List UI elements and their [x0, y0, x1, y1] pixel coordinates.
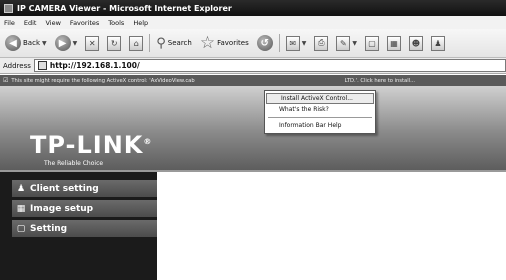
menu-edit[interactable]: Edit	[24, 19, 37, 27]
messenger-icon: ☻	[408, 35, 423, 51]
menu-file[interactable]: File	[4, 19, 15, 27]
window-title: IP CAMERA Viewer - Microsoft Internet Ex…	[17, 3, 232, 13]
edit-dropdown-icon[interactable]: ▼	[352, 40, 357, 47]
people-icon: ♟	[430, 35, 445, 51]
header-divider	[0, 170, 506, 172]
menu-view[interactable]: View	[45, 19, 60, 27]
address-label: Address	[3, 61, 31, 70]
refresh-button[interactable]: ↻	[105, 33, 123, 53]
address-input[interactable]: http://192.168.1.100/	[33, 59, 506, 72]
favorites-star-icon: ☆	[199, 32, 216, 53]
home-icon: ⌂	[129, 35, 144, 51]
activex-context-menu: Install ActiveX Control... What's the Ri…	[264, 90, 376, 134]
image-icon: ▦	[16, 203, 26, 214]
home-button[interactable]: ⌂	[127, 33, 145, 53]
sidebar-item-label: Image setup	[30, 203, 94, 214]
sidebar-item-label: Client setting	[30, 183, 99, 194]
content-area	[157, 170, 506, 280]
sidebar-item-client-setting[interactable]: ♟ Client setting	[12, 180, 157, 197]
address-bar: Address http://192.168.1.100/	[0, 58, 506, 74]
infobar-message-end: LTD.'. Click here to install...	[344, 77, 416, 84]
extra-button[interactable]: ♟	[429, 33, 447, 53]
back-label: Back	[23, 39, 40, 47]
ie-window-icon	[4, 3, 13, 13]
menu-separator	[268, 117, 372, 118]
research-button[interactable]: ▦	[385, 33, 403, 53]
brand-tagline: The Reliable Choice	[44, 160, 104, 167]
forward-arrow-icon: ▶	[54, 35, 71, 51]
menu-bar: File Edit View Favorites Tools Help	[0, 16, 506, 29]
mail-icon: ✉	[285, 35, 300, 51]
sidebar-item-image-setup[interactable]: ▦ Image setup	[12, 200, 157, 217]
information-bar-shield-icon: ☑	[3, 77, 9, 84]
search-label: Search	[167, 39, 192, 47]
menu-tools[interactable]: Tools	[108, 19, 124, 27]
favorites-button[interactable]: ☆ Favorites	[198, 33, 251, 53]
forward-dropdown-icon[interactable]: ▼	[73, 40, 78, 47]
research-icon: ▦	[386, 35, 401, 51]
history-button[interactable]: ↺	[255, 33, 275, 53]
search-icon: ⚲	[156, 35, 166, 51]
page-icon	[37, 61, 47, 70]
title-bar: IP CAMERA Viewer - Microsoft Internet Ex…	[0, 0, 506, 16]
discuss-button[interactable]: ▢	[363, 33, 381, 53]
information-bar-help-menu-item[interactable]: Information Bar Help	[265, 120, 375, 131]
information-bar[interactable]: ☑ This site might require the following …	[0, 75, 506, 86]
back-arrow-icon: ◀	[5, 35, 21, 51]
install-activex-menu-item[interactable]: Install ActiveX Control...	[266, 93, 374, 104]
back-button[interactable]: ◀ Back ▼	[3, 33, 49, 53]
tp-link-logo: TP-LINK®	[30, 131, 153, 159]
edit-button[interactable]: ✎ ▼	[334, 33, 359, 53]
mail-dropdown-icon[interactable]: ▼	[302, 40, 307, 47]
history-icon: ↺	[256, 35, 273, 51]
favorites-label: Favorites	[217, 39, 249, 47]
menu-favorites[interactable]: Favorites	[70, 19, 99, 27]
menu-help[interactable]: Help	[133, 19, 148, 27]
whats-the-risk-menu-item[interactable]: What's the Risk?	[265, 104, 375, 115]
users-icon: ♟	[16, 183, 26, 194]
settings-icon: ▢	[16, 223, 26, 234]
toolbar: ◀ Back ▼ ▶ ▼ ✕ ↻ ⌂ ⚲ Search ☆ Favorites …	[0, 29, 506, 58]
sidebar-item-label: Setting	[30, 223, 68, 234]
search-button[interactable]: ⚲ Search	[154, 33, 194, 53]
discuss-icon: ▢	[364, 35, 379, 51]
sidebar-item-setting[interactable]: ▢ Setting	[12, 220, 157, 237]
messenger-button[interactable]: ☻	[407, 33, 425, 53]
edit-icon: ✎	[336, 35, 351, 51]
address-url[interactable]: http://192.168.1.100/	[50, 61, 140, 70]
toolbar-divider	[149, 34, 151, 52]
stop-button[interactable]: ✕	[83, 33, 101, 53]
back-dropdown-icon[interactable]: ▼	[42, 40, 47, 47]
print-icon: ⎙	[314, 35, 329, 51]
print-button[interactable]: ⎙	[312, 33, 330, 53]
stop-icon: ✕	[85, 35, 100, 51]
forward-button[interactable]: ▶ ▼	[53, 33, 80, 53]
toolbar-divider	[278, 34, 280, 52]
refresh-icon: ↻	[107, 35, 122, 51]
mail-button[interactable]: ✉ ▼	[284, 33, 309, 53]
infobar-message-start: This site might require the following Ac…	[11, 77, 195, 84]
